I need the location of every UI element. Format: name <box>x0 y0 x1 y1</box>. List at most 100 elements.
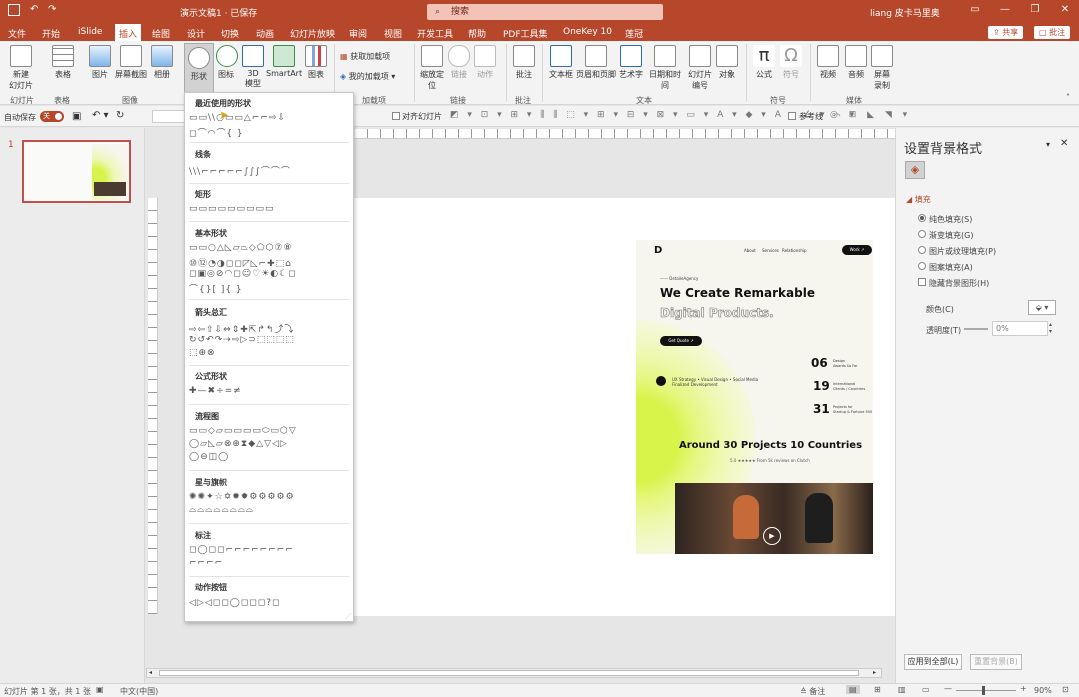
tab-review[interactable]: 审阅 <box>349 27 367 40</box>
new-slide-button[interactable]: 新建 幻灯片 <box>6 45 36 91</box>
tab-design[interactable]: 设计 <box>187 27 205 40</box>
tab-developer[interactable]: 开发工具 <box>417 27 453 40</box>
shape-row[interactable]: ✺✺✦☆✡✹✹⚙⚙⚙⚙⚙ <box>189 492 349 504</box>
zoom-thumb[interactable] <box>982 686 985 695</box>
pane-close-icon[interactable]: ✕ <box>1060 138 1068 149</box>
redo-icon[interactable]: ↻ <box>116 110 124 121</box>
save-icon[interactable] <box>8 4 20 16</box>
smartart-button[interactable]: SmartArt <box>266 45 302 78</box>
align-checkbox[interactable] <box>392 112 400 120</box>
fill-tab-icon[interactable]: ◈ <box>905 161 925 179</box>
solid-fill-radio[interactable] <box>918 214 926 222</box>
tab-lianguan[interactable]: 莲冠 <box>625 27 643 40</box>
notes-button[interactable]: ≙ 备注 <box>800 686 825 697</box>
zoom-out-icon[interactable]: — <box>944 684 952 693</box>
reading-view-icon[interactable]: ▥ <box>898 685 906 694</box>
wordart-button[interactable]: 艺术字 <box>618 45 644 80</box>
guides-checkbox[interactable] <box>788 112 796 120</box>
get-addins-button[interactable]: ▦ 获取加载项 <box>340 51 390 62</box>
tab-slideshow[interactable]: 幻灯片放映 <box>290 27 335 40</box>
zoom-slider[interactable] <box>956 690 1016 691</box>
slide-thumbnail-1[interactable] <box>22 140 131 203</box>
apply-to-all-button[interactable]: 应用到全部(L) <box>904 654 962 670</box>
icons-button[interactable]: 图标 <box>216 45 238 80</box>
shape-row[interactable]: \\\⌐⌐⌐⌐⌐∫∫∫⌒⌒⌒ <box>189 164 349 176</box>
font-size-input[interactable] <box>152 110 186 123</box>
scroll-thumb[interactable] <box>159 670 859 676</box>
color-picker-button[interactable]: ⬙ ▾ <box>1028 300 1056 315</box>
normal-view-icon[interactable]: ▤ <box>846 685 860 694</box>
zoom-level[interactable]: 90% <box>1034 686 1052 695</box>
pane-options-icon[interactable]: ▾ <box>1046 140 1050 149</box>
undo-icon[interactable]: ↶ <box>30 4 38 15</box>
shape-row[interactable]: ⌓⌓⌓⌓⌓⌓⌓⌓ <box>189 505 349 517</box>
shape-row[interactable]: ◻▣◎⊘◠◻☺♡☀◐☾◻ <box>189 269 349 281</box>
reset-background-button[interactable]: 重置背景(B) <box>970 654 1022 670</box>
shape-row[interactable]: ✚—✖÷=≠ <box>189 386 349 398</box>
website-mockup-image[interactable]: D About Services Relationship Work ↗ —— … <box>636 240 873 554</box>
shape-row[interactable]: ▭▭◇▱▭▭▭▭⬭▭⬡▽ <box>189 426 349 438</box>
header-footer-button[interactable]: 页眉和页脚 <box>576 45 616 80</box>
shape-row[interactable]: ▭▭▭▭▭▭▭▭▭ <box>189 204 349 216</box>
3d-models-button[interactable]: 3D 模型 <box>242 45 264 89</box>
datetime-button[interactable]: 日期和时间 <box>646 45 684 91</box>
hide-bg-checkbox[interactable] <box>918 278 926 286</box>
resize-grip-icon[interactable]: ⋰ <box>345 613 351 620</box>
tab-islide[interactable]: iSlide <box>78 27 102 37</box>
ribbon-display-icon[interactable]: ▭ <box>965 4 985 20</box>
transparency-slider[interactable] <box>964 328 988 330</box>
shape-row[interactable]: ◁▷◁◻◻◯◻◻◻?◻ <box>189 598 349 610</box>
shape-row[interactable]: ◻⌒◠⌒{ } <box>189 126 349 138</box>
zoom-button[interactable]: 缩放定 位 <box>418 45 446 91</box>
minimize-button[interactable]: — <box>995 4 1015 20</box>
tab-draw[interactable]: 绘图 <box>152 27 170 40</box>
language-status[interactable]: 中文(中国) <box>120 686 158 697</box>
tab-animations[interactable]: 动画 <box>256 27 274 40</box>
picture-fill-radio[interactable] <box>918 246 926 254</box>
video-button[interactable]: 视频 <box>816 45 840 80</box>
my-addins-button[interactable]: ◈ 我的加载项 ▾ <box>340 71 395 82</box>
comment-button[interactable]: 批注 <box>512 45 536 80</box>
album-button[interactable]: 相册 <box>150 45 174 80</box>
tab-pdf[interactable]: PDF工具集 <box>503 27 548 40</box>
screen-record-button[interactable]: 屏幕 录制 <box>870 45 894 91</box>
table-button[interactable]: 表格 <box>50 45 76 80</box>
accessibility-icon[interactable]: ▣ <box>96 685 104 694</box>
action-button[interactable]: 动作 <box>474 45 496 80</box>
slide-number-button[interactable]: 幻灯片 编号 <box>686 45 714 91</box>
shape-row[interactable]: ⌒{}[ ]{ } <box>189 282 349 294</box>
shapes-button[interactable]: 形状 <box>184 43 214 95</box>
slideshow-view-icon[interactable]: ▭ <box>922 685 930 694</box>
tab-help[interactable]: 帮助 <box>468 27 486 40</box>
save-icon[interactable]: ▣ <box>72 111 81 122</box>
scroll-right-icon[interactable]: ▸ <box>873 669 876 676</box>
collapse-ribbon-icon[interactable]: ˄ <box>1066 93 1070 102</box>
restore-button[interactable]: ❐ <box>1025 4 1045 20</box>
comments-button[interactable]: ▢ 批注 <box>1034 26 1071 39</box>
tab-transitions[interactable]: 切换 <box>221 27 239 40</box>
chart-button[interactable]: 图表 <box>304 45 328 80</box>
close-button[interactable]: ✕ <box>1055 4 1075 20</box>
picture-button[interactable]: 图片 <box>88 45 112 80</box>
shape-row[interactable]: ⌐⌐⌐⌐ <box>189 558 349 570</box>
equation-button[interactable]: π 公式 <box>752 45 776 80</box>
screenshot-button[interactable]: 屏幕截图 <box>114 45 148 80</box>
textbox-button[interactable]: 文本框 <box>548 45 574 80</box>
spinner-icon[interactable]: ▴ ▾ <box>1049 321 1052 335</box>
gradient-fill-radio[interactable] <box>918 230 926 238</box>
tab-file[interactable]: 文件 <box>8 27 26 40</box>
fit-to-window-icon[interactable]: ⊡ <box>1062 685 1069 694</box>
zoom-in-icon[interactable]: + <box>1020 684 1027 693</box>
shape-row[interactable]: ↻↺↶↷⇢⇨▷⊃⬚⬚⬚⬚ <box>189 335 349 347</box>
shape-row[interactable]: ▭▭○△◺▱⏢◇⬠⬡⑦⑧ <box>189 243 349 255</box>
shape-row[interactable]: ⑩⑫◔◑◻◻◸◺⌐✚⬚⌂ <box>189 256 349 268</box>
shape-row[interactable]: ⇨⇦⇧⇩⇔⇕✚⇱↱↰⤴⤵ <box>189 322 349 334</box>
object-button[interactable]: 对象 <box>716 45 738 80</box>
autosave-toggle[interactable]: 关 <box>40 111 64 122</box>
symbol-button[interactable]: Ω 符号 <box>780 45 802 80</box>
link-button[interactable]: 链接 <box>448 45 470 80</box>
shape-row[interactable]: ◻◯◻◻⌐⌐⌐⌐⌐⌐⌐⌐ <box>189 545 349 557</box>
scroll-left-icon[interactable]: ◂ <box>149 669 152 676</box>
shape-row[interactable]: ◯⊖◫◯ <box>189 452 349 464</box>
tab-insert[interactable]: 插入 <box>115 24 142 41</box>
